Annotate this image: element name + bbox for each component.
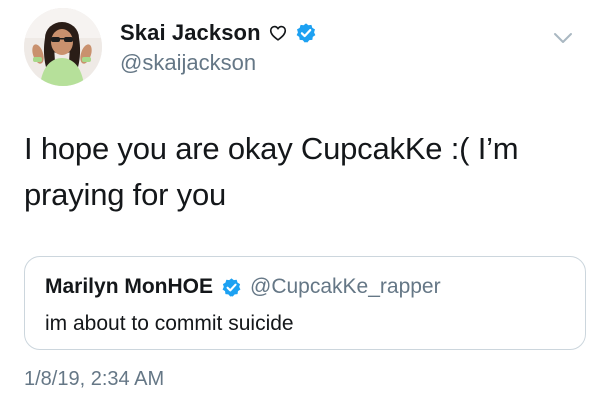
quoted-tweet-header: Marilyn MonHOE @CupcakKe_rapper: [45, 275, 441, 299]
quoted-handle: @CupcakKe_rapper: [250, 275, 441, 298]
quoted-tweet-text: im about to commit suicide: [45, 312, 294, 335]
avatar-image: [24, 8, 102, 86]
quoted-display-name: Marilyn MonHOE: [45, 275, 214, 298]
author-handle[interactable]: @skaijackson: [120, 50, 256, 76]
tweet-text-line-2: praying for you: [24, 177, 227, 212]
heart-outline-icon: [269, 25, 287, 41]
tweet-card: Skai Jackson @skaijackson I hope you are…: [0, 0, 595, 402]
author-display-name[interactable]: Skai Jackson: [120, 20, 261, 46]
chevron-down-icon[interactable]: [551, 26, 575, 50]
tweet-text-line-1: I hope you are okay CupcakKe :( I’m: [24, 131, 519, 166]
verified-badge-icon: [295, 22, 317, 44]
tweet-timestamp[interactable]: 1/8/19, 2:34 AM: [24, 368, 164, 391]
verified-badge-icon: [221, 277, 242, 298]
quoted-tweet[interactable]: Marilyn MonHOE @CupcakKe_rapper im about…: [24, 256, 586, 350]
author-name-row: Skai Jackson: [120, 20, 317, 46]
avatar[interactable]: [24, 8, 102, 86]
tweet-text: I hope you are okay CupcakKe :( I’m pray…: [24, 126, 564, 218]
